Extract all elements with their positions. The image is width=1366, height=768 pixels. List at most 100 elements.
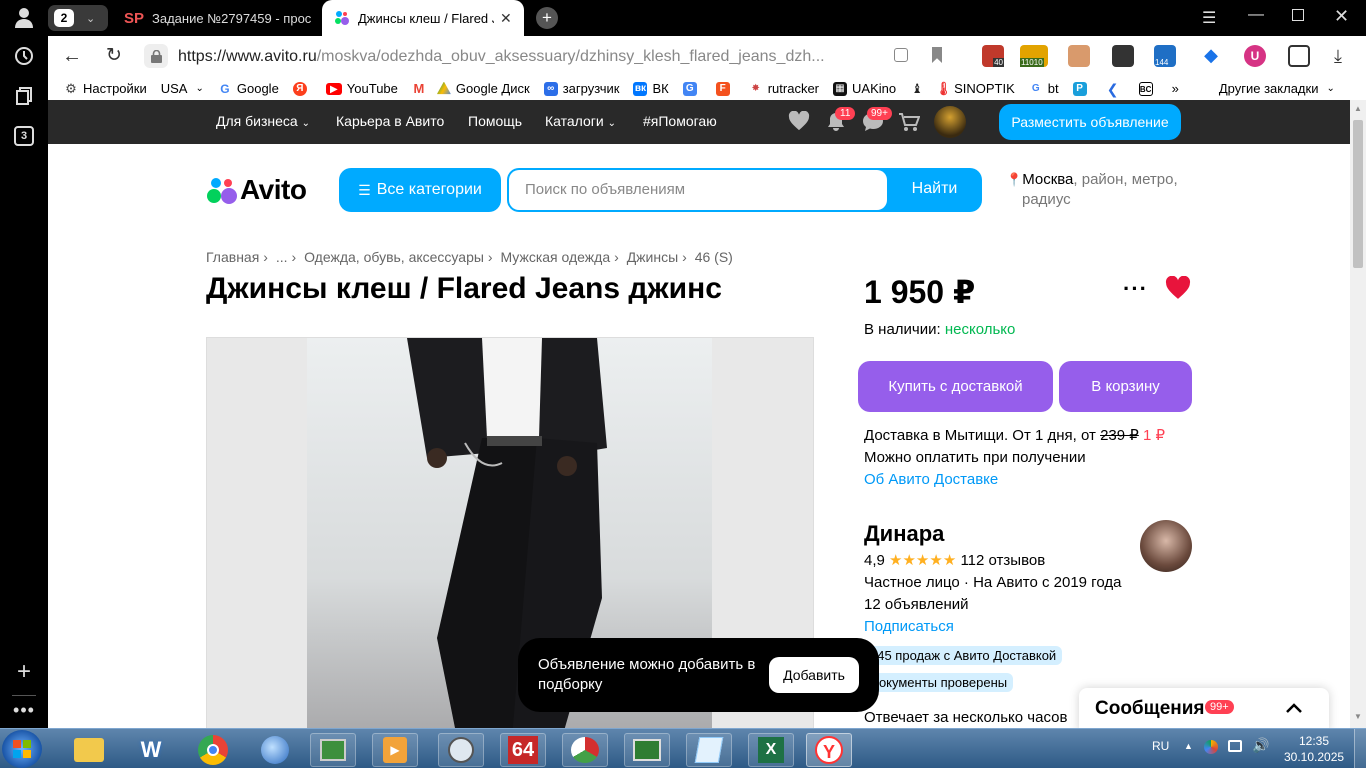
wise-icon[interactable]: W	[128, 733, 174, 767]
nav-help[interactable]: Помощь	[468, 113, 522, 129]
location-selector[interactable]: 📍Москва, район, метро, радиус	[1006, 170, 1196, 210]
post-ad-button[interactable]: Разместить объявление	[999, 104, 1181, 140]
close-tab-icon[interactable]: ✕	[500, 10, 512, 27]
extension-diamond-icon[interactable]: ◆	[1200, 45, 1222, 67]
bookmark-bt[interactable]: Gbt	[1029, 81, 1059, 96]
bookmark-youtube[interactable]: ▶ YouTube	[325, 81, 398, 96]
search-input[interactable]: Поиск по объявлениям	[509, 170, 887, 210]
scroll-down-icon[interactable]: ▼	[1354, 712, 1362, 721]
scrollbar-thumb[interactable]	[1353, 120, 1363, 268]
cart-icon[interactable]	[898, 112, 920, 132]
extension-face-icon[interactable]	[1068, 45, 1090, 67]
bookmark-usa[interactable]: USA ⌄	[161, 81, 204, 96]
messages-panel[interactable]: Сообщения 99+	[1079, 688, 1329, 728]
reviews-link[interactable]: 112 отзывов	[960, 552, 1045, 569]
bookmark-icon[interactable]	[932, 47, 942, 63]
buy-with-delivery-button[interactable]: Купить с доставкой	[858, 361, 1053, 412]
chevron-up-icon[interactable]	[1285, 702, 1303, 714]
breadcrumb-item[interactable]: 46 (S)	[695, 249, 733, 265]
bookmark-gmail[interactable]: M	[412, 81, 431, 96]
breadcrumb-item[interactable]: Одежда, обувь, аксессуары	[304, 249, 484, 265]
history-icon[interactable]	[9, 41, 39, 71]
bookmark-f[interactable]: F	[715, 81, 735, 96]
breadcrumb-item[interactable]: ...	[276, 249, 288, 265]
chart-app-icon[interactable]	[562, 733, 608, 767]
download-icon[interactable]: ⤓	[1334, 46, 1342, 67]
bookmark-translate[interactable]: G	[682, 81, 702, 96]
other-bookmarks[interactable]: Другие закладки ⌄	[1219, 81, 1335, 96]
bookmarks-more[interactable]: »	[1172, 81, 1179, 96]
tab-group-switch[interactable]: 2 ⌄	[48, 5, 108, 31]
bookmark-google-drive[interactable]: Google Диск	[436, 81, 530, 96]
bookmark-vk[interactable]: вк ВК	[633, 81, 669, 96]
seller-name[interactable]: Динара	[864, 521, 944, 547]
tab-avito-active[interactable]: Джинсы клеш / Flared J ✕	[322, 0, 524, 36]
extension-calendar-icon[interactable]: 144	[1154, 45, 1176, 67]
tray-app-icon[interactable]	[1204, 740, 1218, 754]
back-icon[interactable]: ←	[62, 45, 82, 68]
bookmark-google[interactable]: G Google	[218, 81, 279, 96]
url-field[interactable]: https://www.avito.ru/moskva/odezhda_obuv…	[178, 48, 878, 66]
extension-dark-icon[interactable]	[1112, 45, 1134, 67]
bookmark-chess[interactable]: ♝	[910, 81, 929, 96]
explorer-icon[interactable]	[66, 733, 112, 767]
media-player-icon[interactable]: ▶	[372, 733, 418, 767]
breadcrumb-item[interactable]: Джинсы	[627, 249, 678, 265]
nav-career[interactable]: Карьера в Авито	[336, 113, 444, 129]
favorite-heart-icon[interactable]	[1165, 276, 1191, 300]
yandex-browser-icon[interactable]: Y	[806, 733, 852, 767]
start-button[interactable]	[2, 730, 42, 768]
copy-link-icon[interactable]	[894, 48, 908, 62]
menu-icon[interactable]: ☰	[1202, 8, 1216, 28]
bookmark-rutracker[interactable]: ✸ rutracker	[749, 81, 820, 96]
close-window-icon[interactable]: ✕	[1334, 6, 1349, 27]
volume-icon[interactable]: 🔊	[1252, 737, 1269, 754]
extensions-menu-icon[interactable]	[1288, 45, 1310, 67]
scroll-up-icon[interactable]: ▲	[1354, 104, 1362, 113]
extension-shield-icon[interactable]: 40	[982, 45, 1004, 67]
page-scrollbar[interactable]: ▲ ▼	[1350, 100, 1366, 728]
notepad-icon[interactable]	[686, 733, 732, 767]
more-icon[interactable]: •••	[9, 695, 39, 725]
bookmark-yandex[interactable]: Я	[292, 81, 312, 96]
tray-expand-icon[interactable]: ▲	[1184, 741, 1193, 751]
seller-avatar[interactable]	[1140, 520, 1192, 572]
avatar[interactable]	[934, 106, 966, 138]
add-panel-icon[interactable]: +	[9, 657, 39, 687]
minimize-icon[interactable]: —	[1248, 6, 1264, 24]
nav-catalogs[interactable]: Каталоги ⌄	[545, 113, 616, 129]
clock-app-icon[interactable]	[438, 733, 484, 767]
chrome-icon[interactable]	[190, 733, 236, 767]
profile-icon[interactable]	[9, 3, 39, 33]
avito-logo[interactable]: Avito	[206, 174, 307, 206]
reload-icon[interactable]: ↻	[106, 44, 122, 67]
network-icon[interactable]	[1228, 740, 1242, 752]
restore-icon[interactable]	[1292, 9, 1304, 21]
extension-binary-icon[interactable]: 11010	[1020, 45, 1048, 67]
add-to-collection-button[interactable]: Добавить	[769, 657, 859, 693]
subscribe-link[interactable]: Подписаться	[864, 618, 954, 635]
all-categories-button[interactable]: ☰ Все категории	[339, 168, 501, 212]
add-to-cart-button[interactable]: В корзину	[1059, 361, 1192, 412]
favorites-heart-icon[interactable]	[788, 111, 810, 131]
nav-business[interactable]: Для бизнеса ⌄	[216, 113, 310, 129]
bookmark-p[interactable]: P	[1072, 81, 1092, 96]
tabs-counter-icon[interactable]: 3	[9, 121, 39, 151]
bookmark-uakino[interactable]: ▦ UAKino	[833, 81, 896, 96]
breadcrumb-item[interactable]: Мужская одежда	[500, 249, 610, 265]
delivery-link[interactable]: Об Авито Доставке	[864, 471, 998, 488]
collections-icon[interactable]	[9, 81, 39, 111]
search-button[interactable]: Найти	[887, 168, 982, 212]
app-board-icon[interactable]	[310, 733, 356, 767]
language-indicator[interactable]: RU	[1152, 739, 1169, 753]
bookmark-bc[interactable]: BC	[1138, 81, 1158, 96]
bookmark-sinoptik[interactable]: 🌡 SINOPTIK	[935, 81, 1015, 96]
bookmark-arrow[interactable]: ❮	[1106, 82, 1125, 96]
clock[interactable]: 12:35 30.10.2025	[1284, 733, 1344, 765]
tab-zadanie[interactable]: SP Задание №2797459 - прос	[124, 0, 322, 36]
lock-icon[interactable]	[144, 44, 168, 68]
more-actions-icon[interactable]: ···	[1123, 276, 1148, 302]
bookmark-downloader[interactable]: ∞ загрузчик	[543, 81, 619, 96]
excel-icon[interactable]: X	[748, 733, 794, 767]
globe-icon[interactable]	[252, 733, 298, 767]
